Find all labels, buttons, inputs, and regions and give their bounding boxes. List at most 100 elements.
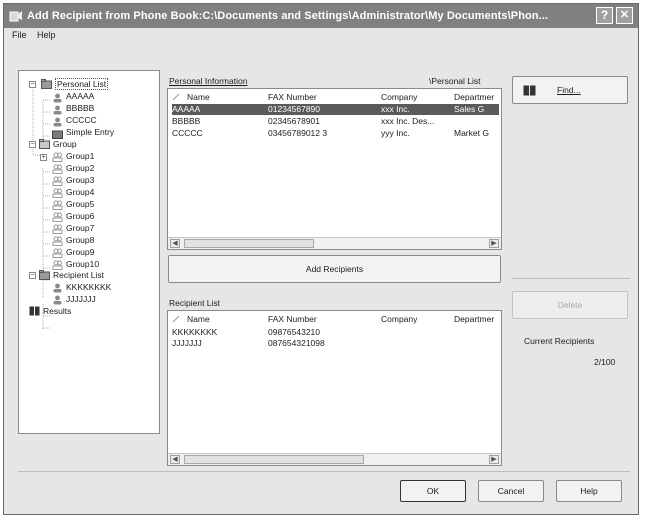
tree-group-2[interactable]: Group2 (66, 162, 94, 174)
scroll-right-arrow-icon[interactable]: ▶ (489, 239, 499, 248)
personal-list-horizontal-scrollbar[interactable]: ◀ ▶ (168, 237, 501, 249)
tree-person-aaaaa[interactable]: AAAAA (66, 90, 94, 102)
personal-information-label: Personal Information (169, 76, 248, 86)
tree-simple-entry[interactable]: Simple Entry (66, 126, 114, 138)
column-header-department[interactable]: Departmer (454, 92, 500, 102)
cancel-button[interactable]: Cancel (478, 480, 544, 502)
scroll-right-arrow-icon[interactable]: ▶ (489, 455, 499, 464)
cell-fax-number: 087654321098 (268, 338, 325, 348)
collapse-group-icon[interactable]: − (29, 141, 36, 148)
find-button-label: Find... (557, 85, 581, 95)
column-header-company[interactable]: Company (381, 92, 417, 102)
help-title-button[interactable]: ? (596, 7, 613, 24)
tree-person-bbbbb[interactable]: BBBBB (66, 102, 94, 114)
expand-group1-icon[interactable]: + (40, 154, 47, 161)
results-book-icon (29, 306, 40, 316)
group-icon (52, 164, 63, 174)
sort-indicator-icon (172, 315, 180, 323)
cell-fax-number: 09876543210 (268, 327, 321, 337)
close-button[interactable]: ✕ (616, 7, 633, 24)
tree-group-3[interactable]: Group3 (66, 174, 94, 186)
tree-group-8[interactable]: Group8 (66, 234, 94, 246)
person-icon (53, 295, 62, 305)
group-icon (52, 248, 63, 258)
person-icon (53, 105, 62, 115)
group-icon (52, 152, 63, 162)
recipient-list-folder-icon (39, 270, 50, 280)
menu-bar: File Help (4, 28, 638, 44)
cell-department: Sales G (454, 104, 485, 114)
tree-personal-list[interactable]: Personal List (55, 78, 109, 90)
recipient-list[interactable]: Name FAX Number Company Departmer KKKKKK… (167, 310, 502, 466)
tree-group-7[interactable]: Group7 (66, 222, 94, 234)
cell-fax-number: 03456789012 3 (268, 128, 328, 138)
column-header-company[interactable]: Company (381, 314, 417, 324)
current-recipients-label: Current Recipients (524, 336, 595, 346)
window-title: Add Recipient from Phone Book:C:\Documen… (27, 10, 549, 22)
delete-button[interactable]: Delete (512, 291, 628, 319)
cell-company: xxx Inc. Des... (381, 116, 435, 126)
group-icon (52, 176, 63, 186)
column-header-fax-number[interactable]: FAX Number (268, 92, 317, 102)
tree-recipient-list[interactable]: Recipient List (53, 269, 104, 281)
recipient-list-label: Recipient List (169, 298, 221, 308)
scroll-left-arrow-icon[interactable]: ◀ (170, 455, 180, 464)
group-folder-icon (39, 139, 50, 149)
help-button[interactable]: Help (556, 480, 622, 502)
ok-button[interactable]: OK (400, 480, 466, 502)
find-button[interactable]: Find... (512, 76, 628, 104)
phone-book-dialog: Add Recipient from Phone Book:C:\Documen… (3, 3, 639, 515)
menu-file[interactable]: File (12, 30, 27, 40)
current-folder-path: \Personal List (429, 76, 481, 86)
group-icon (52, 200, 63, 210)
group-icon (52, 188, 63, 198)
tree-results[interactable]: Results (43, 305, 71, 317)
tree-recipient-kkkkkkkk[interactable]: KKKKKKKK (66, 281, 111, 293)
phone-book-icon (523, 85, 536, 96)
cell-name: AAAAA (172, 104, 201, 114)
person-icon (53, 117, 62, 127)
cell-department: Market G (454, 128, 489, 138)
add-recipients-button[interactable]: Add Recipients (168, 255, 501, 283)
cell-company: xxx Inc. (381, 104, 410, 114)
cell-fax-number: 01234567890 (268, 104, 321, 114)
tree-group-4[interactable]: Group4 (66, 186, 94, 198)
recipient-list-horizontal-scrollbar[interactable]: ◀ ▶ (168, 453, 501, 465)
cell-name: CCCCC (172, 128, 203, 138)
scroll-thumb[interactable] (184, 455, 364, 464)
personal-information-list[interactable]: Name FAX Number Company Departmer AAAAA … (167, 88, 502, 250)
tree-group-5[interactable]: Group5 (66, 198, 94, 210)
current-recipients-count: 2/100 (594, 357, 616, 367)
person-icon (53, 93, 62, 103)
bottom-separator (18, 471, 630, 472)
phone-book-app-icon (9, 11, 22, 22)
cell-name: JJJJJJJ (172, 338, 202, 348)
phone-book-tree[interactable]: − Personal List AAAAA BBBBB CCCCC Simple… (18, 70, 160, 434)
group-icon (52, 212, 63, 222)
scroll-thumb[interactable] (184, 239, 314, 248)
column-header-department[interactable]: Departmer (454, 314, 500, 324)
cell-name: BBBBB (172, 116, 201, 126)
sort-indicator-icon (172, 93, 180, 101)
tree-group-1[interactable]: Group1 (66, 150, 94, 162)
collapse-recipient-list-icon[interactable]: − (29, 272, 36, 279)
separator (512, 278, 630, 279)
title-bar[interactable]: Add Recipient from Phone Book:C:\Documen… (4, 4, 638, 28)
column-header-name[interactable]: Name (187, 92, 210, 102)
tree-group[interactable]: Group (53, 138, 77, 150)
group-icon (52, 224, 63, 234)
tree-recipient-jjjjjjj[interactable]: JJJJJJJ (66, 293, 96, 305)
menu-help[interactable]: Help (37, 30, 56, 40)
person-icon (53, 283, 62, 293)
cell-company: yyy Inc. (381, 128, 410, 138)
tree-person-ccccc[interactable]: CCCCC (66, 114, 97, 126)
collapse-personal-list-icon[interactable]: − (29, 81, 36, 88)
contact-row-selected[interactable]: AAAAA 01234567890 xxx Inc. Sales G (172, 104, 499, 115)
column-header-name[interactable]: Name (187, 314, 210, 324)
tree-group-6[interactable]: Group6 (66, 210, 94, 222)
tree-group-9[interactable]: Group9 (66, 246, 94, 258)
column-header-fax-number[interactable]: FAX Number (268, 314, 317, 324)
cell-name: KKKKKKKK (172, 327, 218, 337)
cell-fax-number: 02345678901 (268, 116, 321, 126)
scroll-left-arrow-icon[interactable]: ◀ (170, 239, 180, 248)
